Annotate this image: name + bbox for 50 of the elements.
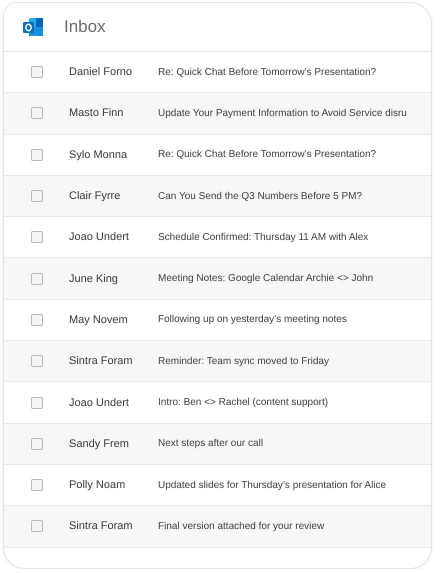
sender-name: Daniel Forno [69,66,133,78]
email-row[interactable]: Joao Undert Intro: Ben <> Rachel (content support) [4,382,431,424]
email-subject: Update Your Payment Information to Avoid Service disru [158,108,407,119]
checkbox[interactable] [31,314,43,326]
sender-name: Sintra Foram [69,520,134,532]
email-subject: Next steps after our call [158,438,264,450]
mail-app-logo-icon [22,16,44,38]
sender-name: Polly Noam [69,479,126,492]
email-subject: Can You Send the Q3 Numbers Before 5 PM? [158,190,362,202]
email-subject: Re: Quick Chat Before Tomorrow’s Presentation? [158,149,376,160]
checkbox[interactable] [31,396,43,409]
checkbox[interactable] [31,66,43,78]
email-row[interactable]: May Novem Following up on yesterday’s meeting notes [4,300,431,342]
email-subject: Updated slides for Thursday’s presentation for Alice [158,480,386,491]
sender-name: Joao Undert [69,396,130,409]
sender-name: May Novem [69,314,129,326]
email-row[interactable]: Sintra Foram Reminder: Team sync moved to Friday [4,341,431,382]
checkbox[interactable] [31,231,43,244]
sender-name: Sylo Monna [69,148,128,161]
sender-name: Joao Undert [69,231,130,244]
checkbox[interactable] [31,520,43,532]
checkbox[interactable] [31,107,43,120]
sender-name: Clair Fyrre [69,190,122,202]
email-subject: Re: Quick Chat Before Tomorrow’s Presentation? [158,66,376,78]
checkbox[interactable] [31,355,43,368]
sender-name: Sintra Foram [69,355,134,368]
email-row[interactable]: Daniel Forno Re: Quick Chat Before Tomorrow’s Presentation? [4,52,431,94]
email-subject: Meeting Notes: Google Calendar Archie <> John [158,273,374,284]
email-row[interactable]: Masto Finn Update Your Payment Information to Avoid Service disru [4,93,431,135]
checkbox[interactable] [31,438,43,450]
sender-name: Sandy Frem [69,438,130,450]
email-subject: Final version attached for your review [158,520,324,532]
checkbox[interactable] [31,479,43,492]
email-subject: Reminder: Team sync moved to Friday [158,356,329,367]
email-row[interactable]: Sylo Monna Re: Quick Chat Before Tomorrow’s Presentation? [4,134,431,176]
email-subject: Following up on yesterday’s meeting notes [158,314,347,326]
email-row[interactable]: Clair Fyrre Can You Send the Q3 Numbers Before 5 PM? [4,176,431,218]
checkbox[interactable] [31,272,43,285]
email-row[interactable]: Polly Noam Updated slides for Thursday’s presentation for Alice [4,464,431,506]
checkbox[interactable] [31,190,43,202]
email-row[interactable]: Sintra Foram Final version attached for your review [4,506,431,548]
email-row[interactable]: Sandy Frem Next steps after our call [4,424,431,465]
email-subject: Intro: Ben <> Rachel (content support) [158,397,328,408]
email-subject: Schedule Confirmed: Thursday 11 AM with Alex [158,232,368,243]
checkbox[interactable] [31,148,43,161]
sender-name: Masto Finn [69,107,124,120]
sender-name: June King [69,272,119,285]
email-row[interactable]: June King Meeting Notes: Google Calendar Archie <> John [4,258,431,300]
inbox-title: Inbox [64,17,106,37]
email-row[interactable]: Joao Undert Schedule Confirmed: Thursday 11 AM with Alex [4,217,431,258]
